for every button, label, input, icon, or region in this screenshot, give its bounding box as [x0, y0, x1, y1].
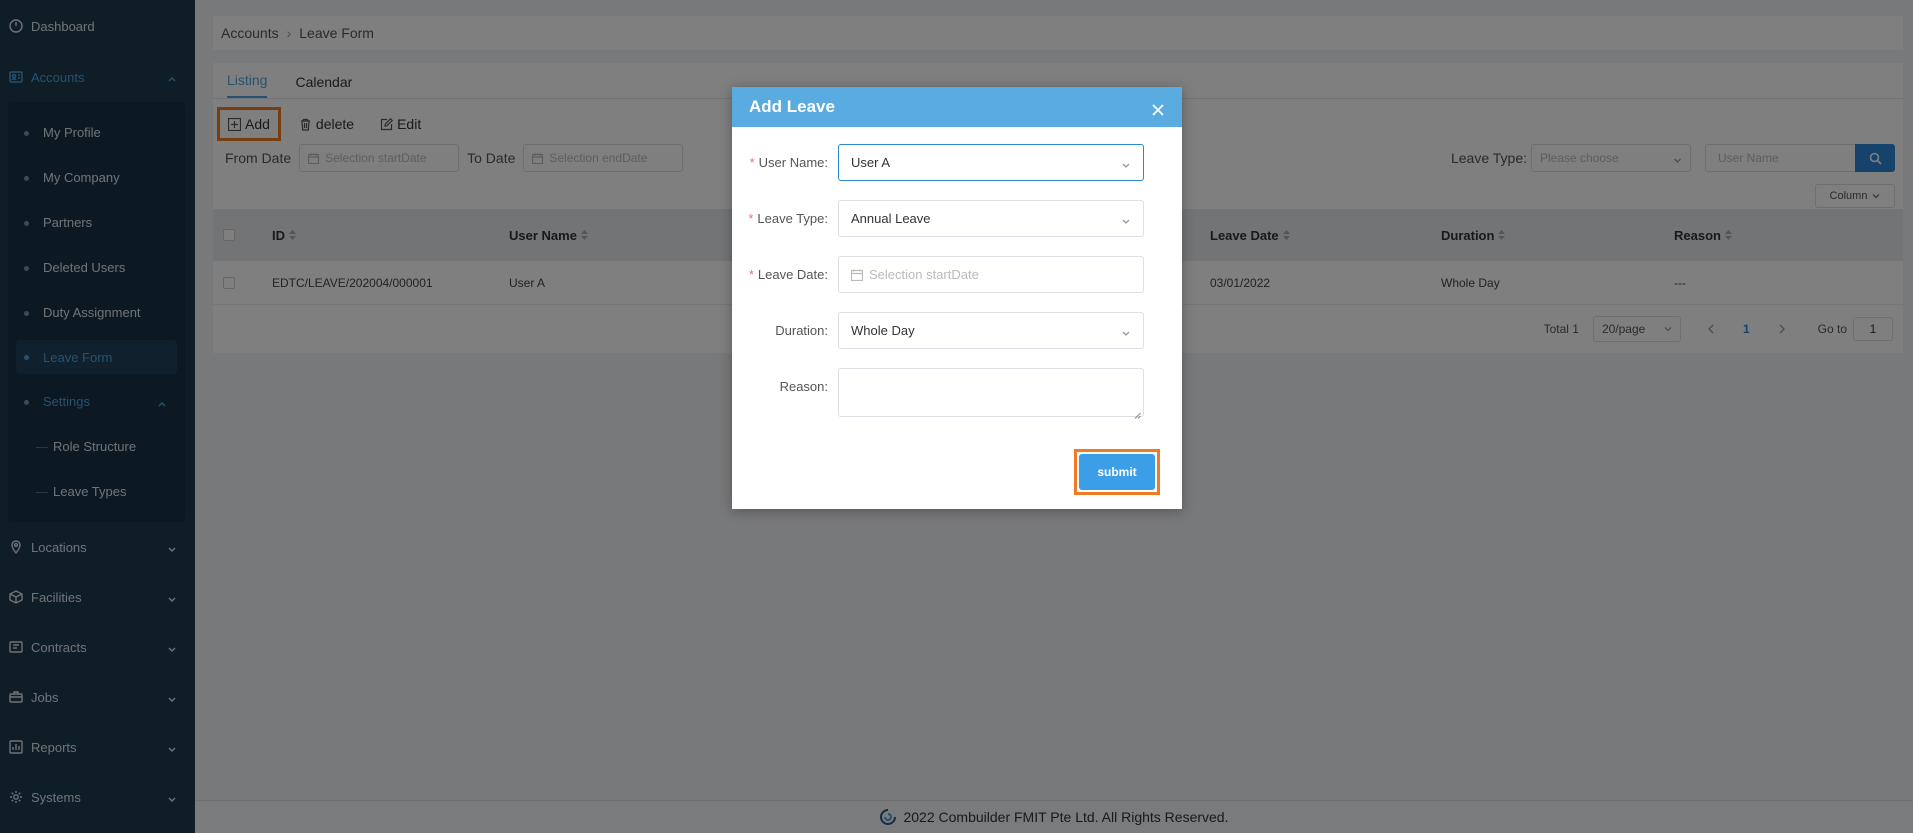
form-row-duration: Duration: Whole Day [732, 312, 1182, 349]
user-name-label: * User Name: [732, 155, 838, 170]
leave-type-dialog-select[interactable]: Annual Leave [838, 200, 1144, 237]
leave-date-input[interactable]: Selection startDate [838, 256, 1144, 293]
submit-button[interactable]: submit [1079, 454, 1155, 490]
close-icon[interactable] [1152, 101, 1164, 116]
leave-date-label: * Leave Date: [732, 267, 838, 282]
user-name-select[interactable]: User A [838, 144, 1144, 181]
form-row-leave-type: * Leave Type: Annual Leave [732, 200, 1182, 237]
resize-handle-icon[interactable] [1134, 407, 1141, 419]
add-leave-dialog: Add Leave * User Name: User A * Leave Type… [732, 87, 1182, 509]
user-name-value: User A [851, 155, 891, 170]
form-row-user-name: * User Name: User A [732, 144, 1182, 181]
duration-select[interactable]: Whole Day [838, 312, 1144, 349]
form-row-reason: Reason: [732, 368, 1182, 419]
dialog-title: Add Leave [749, 97, 835, 116]
duration-label: Duration: [775, 323, 828, 338]
chevron-down-icon [1121, 326, 1131, 336]
reason-textarea[interactable] [838, 368, 1144, 419]
user-name-label-text: User Name: [758, 155, 828, 170]
duration-value: Whole Day [851, 323, 915, 338]
reason-label: Reason: [779, 379, 828, 394]
form-row-leave-date: * Leave Date: Selection startDate [732, 256, 1182, 293]
dialog-header: Add Leave [732, 87, 1182, 127]
leave-date-placeholder: Selection startDate [869, 267, 979, 282]
leave-type-label: * Leave Type: [732, 211, 838, 226]
required-mark: * [748, 267, 754, 282]
leave-date-label-text: Leave Date: [757, 267, 828, 282]
chevron-down-icon [1121, 214, 1131, 224]
submit-highlight: submit [1074, 449, 1160, 495]
chevron-down-icon [1121, 158, 1131, 168]
required-mark: * [749, 155, 755, 170]
required-mark: * [748, 211, 754, 226]
calendar-icon [850, 269, 864, 281]
leave-type-label-text: Leave Type: [757, 211, 828, 226]
leave-type-value: Annual Leave [851, 211, 931, 226]
